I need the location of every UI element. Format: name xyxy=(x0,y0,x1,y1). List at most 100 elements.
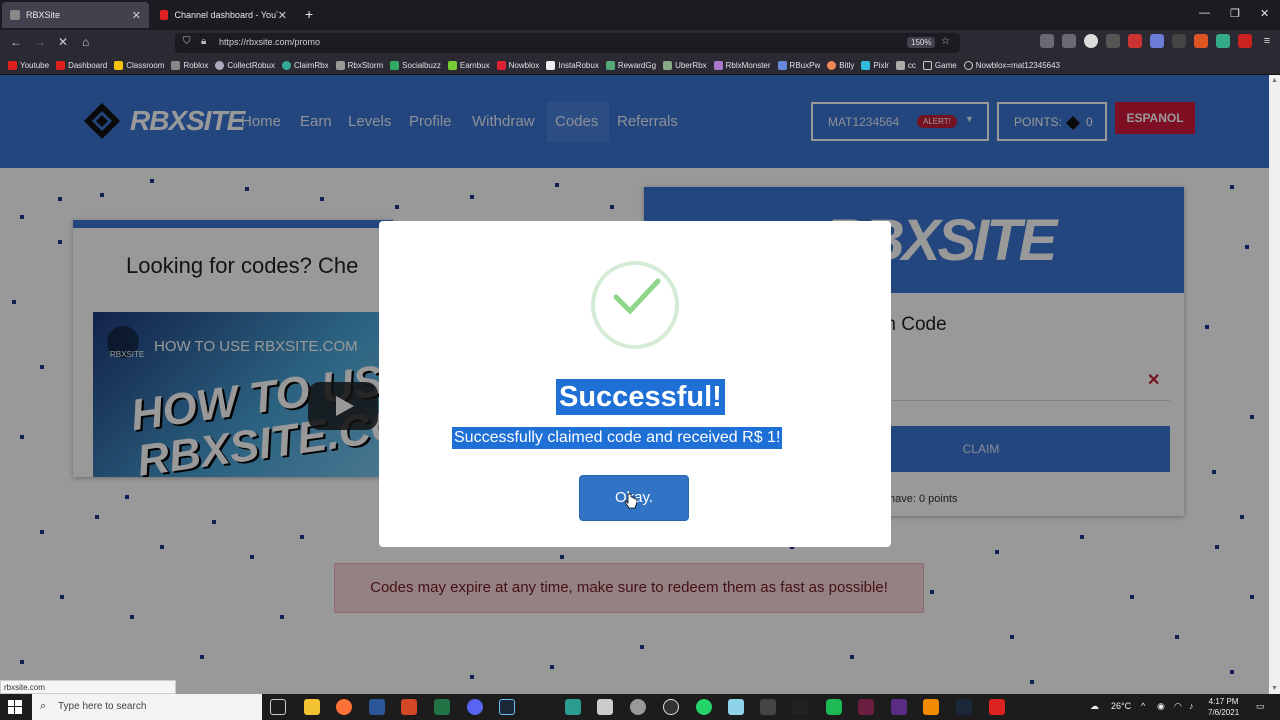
steam-icon[interactable] xyxy=(499,699,515,715)
bookmark-roblox[interactable]: Roblox xyxy=(171,60,208,70)
grid-icon xyxy=(895,60,905,70)
unity-icon[interactable] xyxy=(760,699,776,715)
tray-chevron-icon[interactable]: ^ xyxy=(1141,701,1145,711)
powerpoint-icon[interactable] xyxy=(401,699,417,715)
pocket-icon[interactable] xyxy=(1062,34,1076,48)
search-icon: ⌕ xyxy=(40,700,47,712)
notifications-icon[interactable]: ▭ xyxy=(1256,701,1265,712)
extension-icon[interactable] xyxy=(1128,34,1142,48)
web-page: RBXSITE Home Earn Levels Profile Withdra… xyxy=(0,75,1269,694)
app-icon[interactable] xyxy=(826,699,842,715)
bookmark-folder-game[interactable]: Game xyxy=(922,60,957,70)
app-icon[interactable] xyxy=(728,699,744,715)
bookmark-instarobux[interactable]: InstaRobux xyxy=(546,60,599,70)
tab-rbxsite[interactable]: RBXSite ✕ xyxy=(2,2,149,28)
app-icon[interactable] xyxy=(597,699,613,715)
youtube-favicon-icon xyxy=(160,10,169,20)
tab-youtube[interactable]: Channel dashboard - YouTube ✕ xyxy=(152,2,295,28)
stop-icon[interactable]: ✕ xyxy=(58,35,68,49)
bookmark-star-icon[interactable]: ☆ xyxy=(941,36,950,47)
scroll-down-icon[interactable]: ▼ xyxy=(1271,685,1278,692)
home-icon[interactable]: ⌂ xyxy=(82,35,89,49)
steam-icon[interactable] xyxy=(956,699,972,715)
address-bar[interactable]: ⛉ 🔒︎ https://rbxsite.com/promo 150% ☆ xyxy=(175,33,960,53)
vlc-icon[interactable] xyxy=(923,699,939,715)
extension-icon[interactable] xyxy=(1238,34,1252,48)
lock-icon[interactable]: 🔒︎ xyxy=(201,36,206,47)
minimize-icon[interactable]: — xyxy=(1199,7,1210,19)
word-icon[interactable] xyxy=(369,699,385,715)
excel-icon[interactable] xyxy=(434,699,450,715)
network-icon[interactable]: ◠ xyxy=(1174,701,1182,712)
close-window-icon[interactable]: ✕ xyxy=(1260,7,1269,20)
bookmark-uberrbx[interactable]: UberRbx xyxy=(663,60,707,70)
rbxsite-favicon-icon xyxy=(10,10,20,20)
task-view-icon[interactable] xyxy=(270,699,286,715)
folder-icon xyxy=(922,60,932,70)
app-icon[interactable] xyxy=(792,699,808,715)
bookmark-collectrobux[interactable]: CollectRobux xyxy=(215,60,275,70)
bookmark-rbxstorm[interactable]: RbxStorm xyxy=(335,60,383,70)
clock[interactable]: 4:17 PM 7/6/2021 xyxy=(1208,696,1239,718)
weather-temp[interactable]: 26°C xyxy=(1111,701,1131,711)
volume-icon[interactable]: ♪ xyxy=(1189,701,1194,711)
bookmark-classroom[interactable]: Classroom xyxy=(114,60,164,70)
bookmark-youtube[interactable]: Youtube xyxy=(8,60,49,70)
roblox-studio-icon[interactable] xyxy=(989,699,1005,715)
search-placeholder: Type here to search xyxy=(58,701,147,712)
status-bar-url: rbxsite.com xyxy=(0,680,176,694)
back-icon[interactable]: ← xyxy=(10,35,22,49)
new-tab-icon[interactable]: + xyxy=(305,6,313,22)
bookmark-rbuxpw[interactable]: RBuxPw xyxy=(777,60,820,70)
claimrbx-icon xyxy=(281,60,291,70)
bookmark-claimrbx[interactable]: ClaimRbx xyxy=(281,60,329,70)
earnbux-icon xyxy=(447,60,457,70)
app-icon[interactable] xyxy=(858,699,874,715)
url-text[interactable]: https://rbxsite.com/promo xyxy=(219,37,320,47)
bookmark-nowblox-ref[interactable]: Nowblox=mat12345643 xyxy=(963,60,1060,70)
discord-icon[interactable] xyxy=(467,699,483,715)
extension-icon[interactable] xyxy=(1194,34,1208,48)
close-tab-icon[interactable]: ✕ xyxy=(278,9,287,22)
modal-title: Successful! xyxy=(556,379,725,415)
weather-icon[interactable]: ☁ xyxy=(1090,701,1099,712)
uberrbx-icon xyxy=(663,60,673,70)
windows-start-icon[interactable] xyxy=(8,700,22,714)
zoom-level[interactable]: 150% xyxy=(907,37,936,48)
extension-icon[interactable] xyxy=(1106,34,1120,48)
bookmark-pixlr[interactable]: Pixlr xyxy=(861,60,889,70)
file-explorer-icon[interactable] xyxy=(304,699,320,715)
checkmark-icon xyxy=(613,278,661,315)
bookmark-rewardgg[interactable]: RewardGg xyxy=(605,60,656,70)
bookmark-earnbux[interactable]: Earnbux xyxy=(447,60,490,70)
shield-icon[interactable]: ⛉ xyxy=(183,36,191,47)
menu-icon[interactable]: ≡ xyxy=(1260,34,1274,48)
obs-icon[interactable] xyxy=(663,699,679,715)
download-icon[interactable] xyxy=(1040,34,1054,48)
app-icon[interactable] xyxy=(630,699,646,715)
nowblox-icon xyxy=(496,60,506,70)
extension-icon[interactable] xyxy=(1216,34,1230,48)
scroll-up-icon[interactable]: ▲ xyxy=(1271,77,1278,84)
close-tab-icon[interactable]: ✕ xyxy=(132,9,141,22)
discord-tray-icon[interactable]: ◉ xyxy=(1157,701,1165,712)
app-icon[interactable] xyxy=(891,699,907,715)
app-icon[interactable] xyxy=(565,699,581,715)
account-icon[interactable] xyxy=(1084,34,1098,48)
taskbar-search[interactable]: ⌕ Type here to search xyxy=(32,694,262,720)
bookmark-nowblox[interactable]: Nowblox xyxy=(496,60,539,70)
firefox-icon[interactable] xyxy=(336,699,352,715)
bookmark-bitly[interactable]: Bitly xyxy=(827,60,854,70)
extension-icon[interactable] xyxy=(1172,34,1186,48)
page-scrollbar[interactable]: ▲ ▼ xyxy=(1269,75,1280,694)
success-check-icon xyxy=(591,261,679,349)
whatsapp-icon[interactable] xyxy=(696,699,712,715)
bookmark-rblxmonster[interactable]: RblxMonster xyxy=(713,60,771,70)
rbuxpw-icon xyxy=(777,60,787,70)
discord-ext-icon[interactable] xyxy=(1150,34,1164,48)
bookmark-socialbuzz[interactable]: Socialbuzz xyxy=(390,60,441,70)
bookmark-dashboard[interactable]: Dashboard xyxy=(56,60,107,70)
forward-icon[interactable]: → xyxy=(34,35,46,49)
restore-icon[interactable]: ❐ xyxy=(1230,7,1240,20)
bookmark-cc[interactable]: cc xyxy=(895,60,916,70)
